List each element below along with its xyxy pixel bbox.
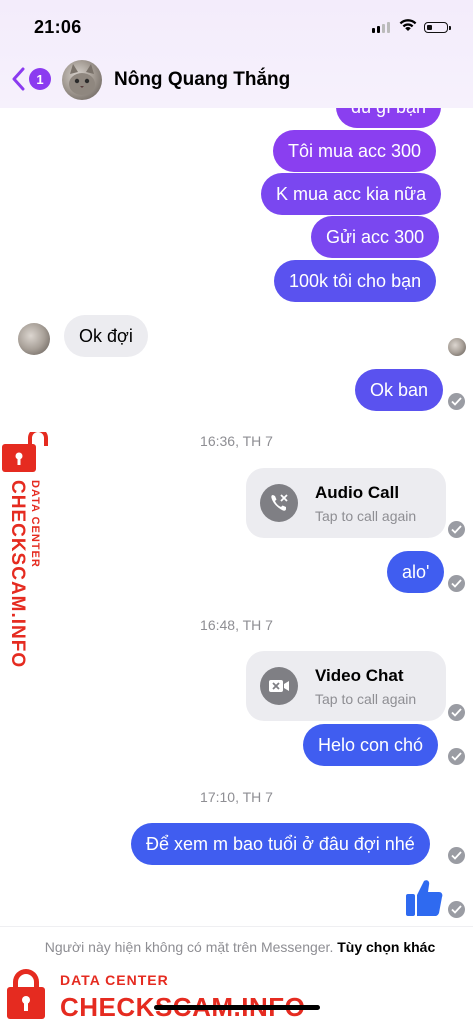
read-receipt-avatar — [448, 338, 466, 356]
timestamp-separator: 17:10, TH 7 — [200, 789, 273, 805]
incoming-message[interactable]: Ok đợi — [64, 315, 148, 357]
sent-check-icon — [448, 704, 465, 721]
call-title: Audio Call — [315, 483, 400, 502]
missed-video-icon — [260, 667, 298, 705]
outgoing-message[interactable]: alo' — [387, 551, 445, 593]
watermark-side: CHECKSCAM.INFO DATA CENTER — [2, 432, 54, 672]
call-subtitle: Tap to call again — [315, 508, 417, 524]
contact-name[interactable]: Nông Quang Thắng — [114, 69, 290, 91]
outgoing-message[interactable]: 100k tôi cho bạn — [274, 260, 437, 302]
timestamp-separator: 16:48, TH 7 — [200, 617, 273, 633]
call-title: Video Chat — [315, 666, 404, 685]
cellular-signal-icon — [372, 22, 390, 33]
watermark-side-line2: CHECKSCAM.INFO — [7, 480, 28, 669]
sent-check-icon — [448, 847, 465, 864]
watermark-bottom: DATA CENTER CHECKSCAM.INFO — [4, 962, 305, 1022]
watermark-bottom-line1: DATA CENTER — [60, 972, 169, 988]
sent-check-icon — [448, 748, 465, 765]
outgoing-message[interactable]: Gửi acc 300 — [311, 216, 440, 258]
outgoing-message[interactable]: Helo con chó — [303, 724, 439, 766]
audio-call-card[interactable]: Audio Call Tap to call again — [246, 468, 446, 538]
sent-check-icon — [448, 575, 465, 592]
chat-header: 21:06 1 Nông Quang Thắng — [0, 0, 473, 108]
back-button[interactable]: 1 — [12, 66, 52, 94]
more-options-link[interactable]: Tùy chọn khác — [337, 939, 435, 955]
home-indicator[interactable] — [154, 1005, 320, 1010]
sent-check-icon — [448, 521, 465, 538]
footer-status: Người này hiện không có mặt trên Messeng… — [40, 937, 440, 958]
sent-check-icon — [448, 901, 465, 918]
watermark-side-line1: DATA CENTER — [29, 480, 41, 568]
battery-icon — [424, 22, 451, 33]
unread-badge: 1 — [29, 68, 51, 90]
call-subtitle: Tap to call again — [315, 691, 417, 707]
status-time: 21:06 — [34, 17, 82, 37]
wifi-icon — [398, 17, 418, 38]
outgoing-message[interactable]: Ok ban — [355, 369, 444, 411]
outgoing-message[interactable]: Để xem m bao tuổi ở đâu đợi nhé — [131, 823, 430, 865]
contact-avatar-small — [18, 323, 50, 355]
chevron-left-icon — [12, 67, 25, 91]
timestamp-separator: 16:36, TH 7 — [200, 433, 273, 449]
offline-status-text: Người này hiện không có mặt trên Messeng… — [44, 939, 334, 955]
missed-call-icon — [260, 484, 298, 522]
video-call-card[interactable]: Video Chat Tap to call again — [246, 651, 446, 721]
outgoing-message[interactable]: K mua acc kia nữa — [261, 173, 442, 215]
padlock-icon — [7, 969, 45, 1019]
like-thumbs-up-icon[interactable] — [404, 877, 444, 924]
padlock-icon — [2, 432, 48, 472]
sent-check-icon — [448, 393, 465, 410]
outgoing-message[interactable]: Tôi mua acc 300 — [273, 130, 437, 172]
contact-avatar[interactable] — [62, 60, 102, 100]
